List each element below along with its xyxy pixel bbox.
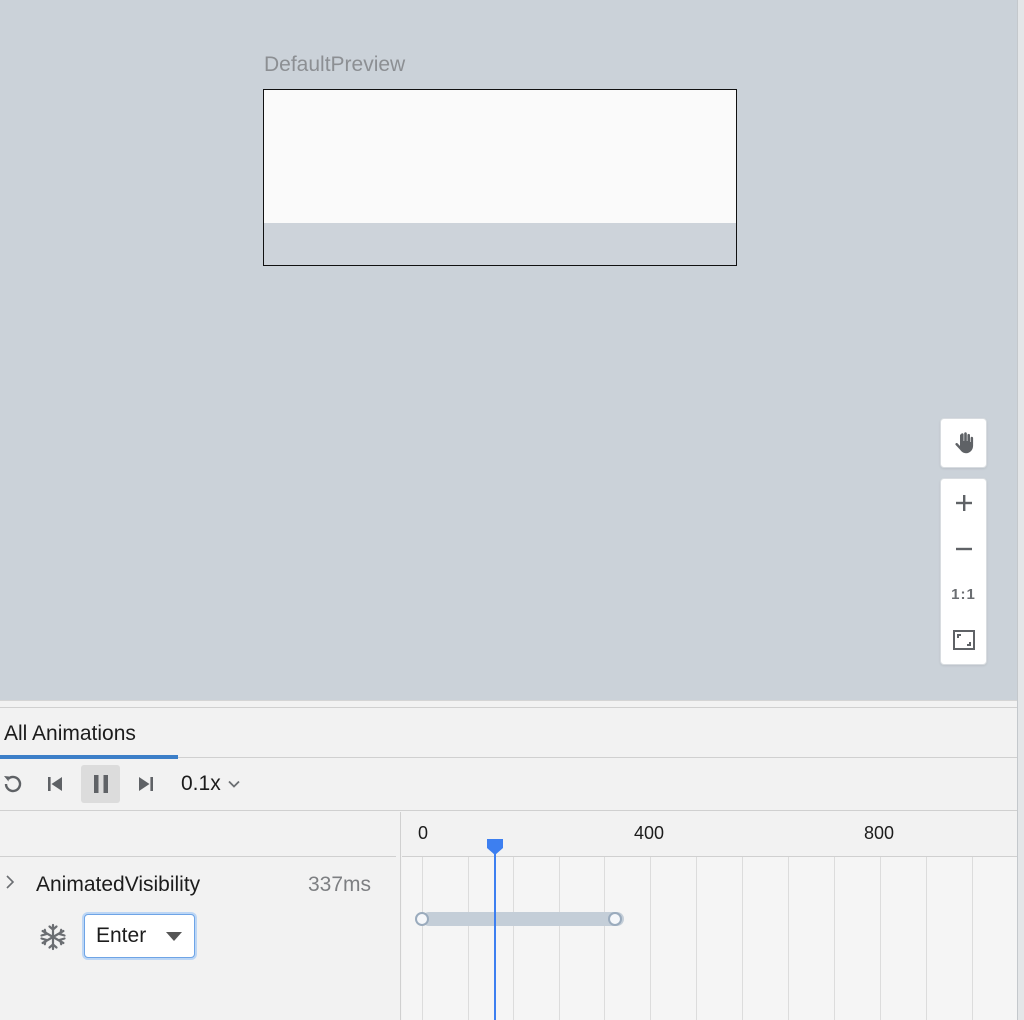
loop-icon (4, 775, 22, 793)
animation-list: AnimatedVisibility 337ms Enter (0, 812, 401, 1020)
animation-duration: 337ms (308, 873, 372, 896)
preview-frame[interactable] (263, 89, 737, 266)
gridline (604, 857, 605, 1020)
gridline (696, 857, 697, 1020)
right-edge-scrollbar[interactable] (1017, 0, 1024, 1020)
actual-size-label: 1:1 (951, 585, 976, 603)
zoom-fit-button[interactable] (941, 619, 986, 661)
animation-inspector-panel: All Animations 0.1x AnimatedVisibility 3… (0, 700, 1017, 1020)
step-back-icon (48, 777, 62, 791)
gridline (880, 857, 881, 1020)
transition-start-handle[interactable] (415, 912, 429, 926)
tick-label: 400 (634, 823, 665, 843)
gridline (559, 857, 560, 1020)
hand-icon (954, 432, 973, 454)
playhead-handle[interactable] (486, 839, 504, 855)
gridline (788, 857, 789, 1020)
preview-label: DefaultPreview (264, 53, 406, 76)
playback-controls: 0.1x (0, 759, 1017, 811)
speed-value: 0.1x (181, 772, 221, 795)
gridline (972, 857, 973, 1020)
freeze-icon[interactable] (38, 922, 68, 952)
gridline (650, 857, 651, 1020)
zoom-in-button[interactable] (941, 482, 986, 524)
transition-end-handle[interactable] (608, 912, 622, 926)
tab-all-animations[interactable]: All Animations (0, 708, 178, 759)
minus-icon (955, 547, 972, 551)
speed-dropdown[interactable]: 0.1x (181, 765, 253, 803)
zoom-out-button[interactable] (941, 528, 986, 570)
playhead-line (494, 850, 496, 1020)
dropdown-arrow-icon (166, 932, 182, 941)
gridline (513, 857, 514, 1020)
tick-label: 0 (418, 823, 429, 843)
state-value: Enter (96, 924, 147, 947)
pan-toolbar (940, 418, 987, 468)
preview-content (264, 90, 736, 223)
zoom-actual-size-button[interactable]: 1:1 (941, 573, 986, 615)
loop-button[interactable] (0, 765, 26, 803)
chevron-down-icon (228, 780, 240, 788)
timeline[interactable]: 0 400 800 (402, 812, 1017, 1020)
tab-label: All Animations (4, 722, 136, 745)
step-forward-icon (139, 777, 153, 791)
gridline (742, 857, 743, 1020)
step-forward-button[interactable] (129, 765, 163, 803)
pause-icon (93, 775, 108, 793)
plus-icon (955, 495, 972, 511)
animation-name[interactable]: AnimatedVisibility (36, 873, 200, 897)
gridline (834, 857, 835, 1020)
preview-canvas[interactable]: DefaultPreview (0, 0, 1017, 700)
transition-bar[interactable] (422, 912, 624, 926)
step-back-button[interactable] (38, 765, 72, 803)
tab-bar: All Animations (0, 708, 1017, 759)
fit-screen-icon (952, 630, 975, 650)
pause-button[interactable] (81, 765, 120, 803)
gridline (926, 857, 927, 1020)
chevron-right-icon[interactable] (2, 874, 18, 890)
state-dropdown[interactable]: Enter (84, 914, 195, 958)
tick-label: 800 (864, 823, 895, 843)
gridline (468, 857, 469, 1020)
animation-list-header (0, 812, 396, 857)
zoom-toolbar: 1:1 (940, 478, 987, 665)
pan-button[interactable] (941, 422, 986, 464)
gridline (422, 857, 423, 1020)
